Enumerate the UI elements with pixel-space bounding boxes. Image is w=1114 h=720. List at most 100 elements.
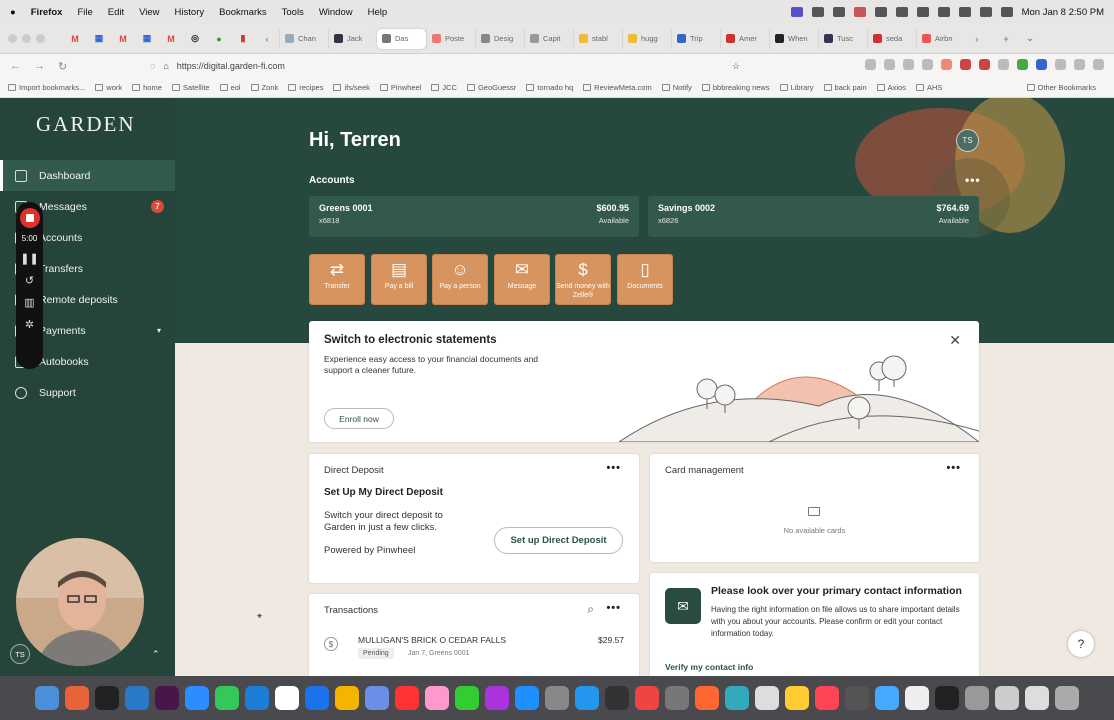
- pinned-tab-icon[interactable]: ▦: [138, 32, 156, 45]
- download-icon[interactable]: [884, 59, 895, 70]
- restart-icon[interactable]: ↺: [25, 276, 34, 287]
- status-icon[interactable]: [895, 7, 908, 17]
- bookmark-folder[interactable]: home: [132, 83, 162, 92]
- trash-icon[interactable]: ▥: [24, 298, 34, 309]
- pinned-tab-icon[interactable]: ▦: [90, 32, 108, 45]
- app-icon[interactable]: [875, 686, 899, 710]
- browser-tab[interactable]: Airbn: [916, 28, 965, 49]
- extension-icon[interactable]: [1036, 59, 1047, 70]
- browser-tab[interactable]: hugg: [622, 28, 671, 49]
- reload-icon[interactable]: ↻: [58, 60, 74, 73]
- terminal-icon[interactable]: [95, 686, 119, 710]
- notion-icon[interactable]: [275, 686, 299, 710]
- more-options-icon[interactable]: •••: [946, 462, 961, 474]
- clock[interactable]: Mon Jan 8 2:50 PM: [1022, 7, 1104, 18]
- bookmark-star-icon[interactable]: ☆: [732, 61, 740, 72]
- app-icon[interactable]: [695, 686, 719, 710]
- status-icon[interactable]: [916, 7, 929, 17]
- status-icon[interactable]: [853, 7, 866, 17]
- app-store-icon[interactable]: [515, 686, 539, 710]
- screen-record-icon[interactable]: [790, 7, 803, 17]
- trash-icon[interactable]: [1055, 686, 1079, 710]
- bookmark[interactable]: Satellite: [171, 83, 210, 92]
- bookmark[interactable]: Zonk: [250, 83, 278, 92]
- tab-list-icon[interactable]: ⌄: [1021, 32, 1039, 45]
- browser-tab[interactable]: Poste: [426, 28, 475, 49]
- shield-icon[interactable]: ◌: [150, 61, 155, 71]
- docker-icon[interactable]: [575, 686, 599, 710]
- accounts-more-icon[interactable]: •••: [965, 173, 981, 187]
- new-tab-icon[interactable]: +: [997, 32, 1015, 45]
- chevron-up-icon[interactable]: ⌃: [152, 649, 160, 660]
- finder-icon[interactable]: [35, 686, 59, 710]
- battery-icon[interactable]: [937, 7, 950, 17]
- terminal-icon[interactable]: [935, 686, 959, 710]
- browser-tab[interactable]: Chan: [279, 28, 328, 49]
- extension-icon[interactable]: [960, 59, 971, 70]
- menu-file[interactable]: File: [77, 7, 92, 18]
- bookmark[interactable]: AHS: [915, 83, 942, 92]
- tab-scroll-right-icon[interactable]: ›: [968, 32, 986, 45]
- browser-tab[interactable]: Tusc: [818, 28, 867, 49]
- app-icon[interactable]: [995, 686, 1019, 710]
- sidebar-item-dashboard[interactable]: Dashboard: [0, 160, 175, 191]
- bookmark[interactable]: Pinwheel: [379, 83, 421, 92]
- music-icon[interactable]: [815, 686, 839, 710]
- menu-app-name[interactable]: Firefox: [31, 7, 63, 18]
- extension-icon[interactable]: [941, 59, 952, 70]
- extension-icon[interactable]: [1017, 59, 1028, 70]
- pay-person-button[interactable]: ☺ Pay a person: [432, 254, 488, 305]
- search-icon[interactable]: ⌕: [587, 602, 594, 617]
- menu-window[interactable]: Window: [319, 7, 353, 18]
- more-options-icon[interactable]: •••: [606, 462, 621, 474]
- photos-icon[interactable]: [425, 686, 449, 710]
- app-icon[interactable]: [665, 686, 689, 710]
- news-icon[interactable]: [395, 686, 419, 710]
- menu-bookmarks[interactable]: Bookmarks: [219, 7, 267, 18]
- slack-icon[interactable]: [155, 686, 179, 710]
- browser-tab[interactable]: Jack: [328, 28, 377, 49]
- message-button[interactable]: ✉ Message: [494, 254, 550, 305]
- stop-recording-button[interactable]: [19, 208, 40, 228]
- bookmark[interactable]: JCC: [431, 83, 457, 92]
- app-icon[interactable]: [635, 686, 659, 710]
- wifi-icon[interactable]: [958, 7, 971, 17]
- notes-icon[interactable]: [785, 686, 809, 710]
- extension-icon[interactable]: [903, 59, 914, 70]
- bookmark[interactable]: back pain: [823, 83, 867, 92]
- browser-tab[interactable]: Capit: [524, 28, 573, 49]
- app-icon[interactable]: [605, 686, 629, 710]
- pinned-tab-gmail-icon[interactable]: M: [66, 32, 84, 45]
- pinned-tab-gmail-icon[interactable]: M: [114, 32, 132, 45]
- pinned-tab-icon[interactable]: ◎: [186, 32, 204, 45]
- menu-tools[interactable]: Tools: [282, 7, 304, 18]
- control-center-icon[interactable]: [1000, 7, 1013, 17]
- garden-logo[interactable]: GARDEN: [36, 112, 136, 137]
- browser-tab[interactable]: Trip: [671, 28, 720, 49]
- printer-icon[interactable]: [965, 686, 989, 710]
- menu-edit[interactable]: Edit: [108, 7, 124, 18]
- apple-icon[interactable]: ●: [10, 7, 16, 18]
- other-bookmarks[interactable]: Other Bookmarks: [1026, 83, 1096, 92]
- gear-icon[interactable]: [811, 7, 824, 17]
- profile-avatar[interactable]: TS: [956, 129, 979, 152]
- back-icon[interactable]: ←: [10, 60, 26, 72]
- account-card-greens[interactable]: Greens 0001 x6818 $600.95 Available: [309, 196, 639, 237]
- calculator-icon[interactable]: [845, 686, 869, 710]
- pocket-icon[interactable]: [865, 59, 876, 70]
- extension-icon[interactable]: [1055, 59, 1066, 70]
- chrome-icon[interactable]: [755, 686, 779, 710]
- bookmark[interactable]: tornado hq: [526, 83, 573, 92]
- more-options-icon[interactable]: •••: [606, 602, 621, 614]
- pay-bill-button[interactable]: ▤ Pay a bill: [371, 254, 427, 305]
- app-icon[interactable]: [365, 686, 389, 710]
- app-icon[interactable]: [335, 686, 359, 710]
- bookmark-folder[interactable]: ifs/seek: [333, 83, 370, 92]
- browser-tab[interactable]: seda: [867, 28, 916, 49]
- account-card-savings[interactable]: Savings 0002 x6826 $764.69 Available: [648, 196, 979, 237]
- app-icon[interactable]: [245, 686, 269, 710]
- facetime-icon[interactable]: [455, 686, 479, 710]
- address-bar[interactable]: ◌ ⌂ https://digital.garden-fi.com ☆: [150, 57, 740, 75]
- window-controls[interactable]: [8, 34, 45, 43]
- app-icon[interactable]: [725, 686, 749, 710]
